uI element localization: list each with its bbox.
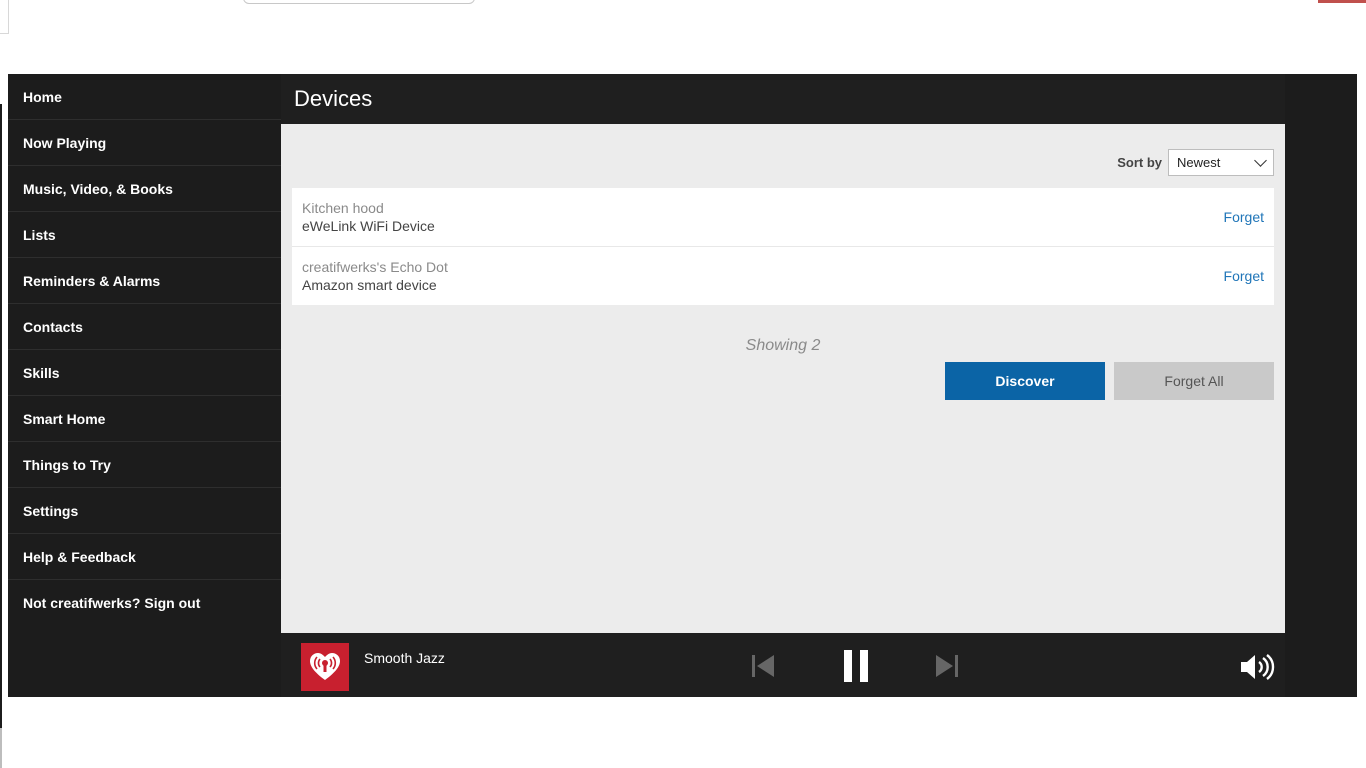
sidebar-item-label: Not creatifwerks? Sign out xyxy=(23,595,201,611)
sort-select[interactable]: Newest xyxy=(1168,149,1274,176)
pause-icon[interactable] xyxy=(842,649,870,688)
device-type: eWeLink WiFi Device xyxy=(302,218,435,234)
iheartradio-icon[interactable] xyxy=(301,643,349,691)
sidebar-item-label: Skills xyxy=(23,364,60,381)
window-left-edge xyxy=(0,104,2,728)
sidebar-item-lists[interactable]: Lists xyxy=(8,212,281,258)
sidebar-item-label: Smart Home xyxy=(23,410,106,427)
sidebar-item-label: Music, Video, & Books xyxy=(23,180,173,197)
previous-icon[interactable] xyxy=(750,653,776,684)
sidebar-item-settings[interactable]: Settings xyxy=(8,488,281,534)
device-name: Kitchen hood xyxy=(302,200,384,216)
sidebar-item-label: Help & Feedback xyxy=(23,548,136,565)
page-header: Devices xyxy=(281,74,1285,124)
sort-label: Sort by xyxy=(1117,155,1162,170)
forget-device-link[interactable]: Forget xyxy=(1224,268,1264,284)
device-name: creatifwerks's Echo Dot xyxy=(302,259,448,275)
chevron-down-icon xyxy=(1254,153,1267,167)
sidebar-item-contacts[interactable]: Contacts xyxy=(8,304,281,350)
sidebar-item-label: Lists xyxy=(23,226,56,243)
sidebar-item-label: Reminders & Alarms xyxy=(23,272,161,289)
sidebar-item-home[interactable]: Home xyxy=(8,74,281,120)
sidebar-item-label: Home xyxy=(23,88,62,105)
sidebar-item-now-playing[interactable]: Now Playing xyxy=(8,120,281,166)
browser-close-strip xyxy=(1318,0,1366,3)
page-title: Devices xyxy=(294,86,373,111)
right-margin-band xyxy=(1285,74,1357,697)
sidebar-item-help-feedback[interactable]: Help & Feedback xyxy=(8,534,281,580)
sidebar-item-music-video-books[interactable]: Music, Video, & Books xyxy=(8,166,281,212)
station-name: Smooth Jazz xyxy=(364,650,445,666)
sidebar-item-things-to-try[interactable]: Things to Try xyxy=(8,442,281,488)
device-list: Kitchen hood eWeLink WiFi Device Forget … xyxy=(292,188,1274,305)
sidebar-item-label: Now Playing xyxy=(23,134,107,151)
list-item: creatifwerks's Echo Dot Amazon smart dev… xyxy=(292,247,1274,305)
sort-control: Sort by Newest xyxy=(1117,149,1274,176)
device-type: Amazon smart device xyxy=(302,277,437,293)
sidebar-item-label: Settings xyxy=(23,502,79,519)
discover-button[interactable]: Discover xyxy=(945,362,1105,400)
forget-all-button[interactable]: Forget All xyxy=(1114,362,1274,400)
alexa-app: Home Now Playing Music, Video, & Books L… xyxy=(8,74,1357,697)
devices-panel: Devices Sort by Newest Kitchen hood eWeL… xyxy=(281,74,1285,633)
sidebar-item-label: Contacts xyxy=(23,318,83,335)
sidebar-item-sign-out[interactable]: Not creatifwerks? Sign out xyxy=(8,580,281,626)
sidebar-item-skills[interactable]: Skills xyxy=(8,350,281,396)
sidebar-item-smart-home[interactable]: Smart Home xyxy=(8,396,281,442)
browser-edge xyxy=(0,0,9,34)
showing-count: Showing 2 xyxy=(745,337,821,354)
sidebar-item-reminders-alarms[interactable]: Reminders & Alarms xyxy=(8,258,281,304)
sidebar: Home Now Playing Music, Video, & Books L… xyxy=(8,74,281,697)
sidebar-item-label: Things to Try xyxy=(23,456,111,473)
browser-top-strip xyxy=(0,0,1366,34)
forget-device-link[interactable]: Forget xyxy=(1224,209,1264,225)
window-left-edge-lower xyxy=(0,728,2,768)
player-bar: Smooth Jazz xyxy=(281,633,1285,697)
volume-icon[interactable] xyxy=(1239,653,1275,686)
sort-selected-value: Newest xyxy=(1177,155,1221,170)
next-icon[interactable] xyxy=(934,653,960,684)
browser-tab-outline xyxy=(243,0,475,4)
list-item: Kitchen hood eWeLink WiFi Device Forget xyxy=(292,188,1274,247)
